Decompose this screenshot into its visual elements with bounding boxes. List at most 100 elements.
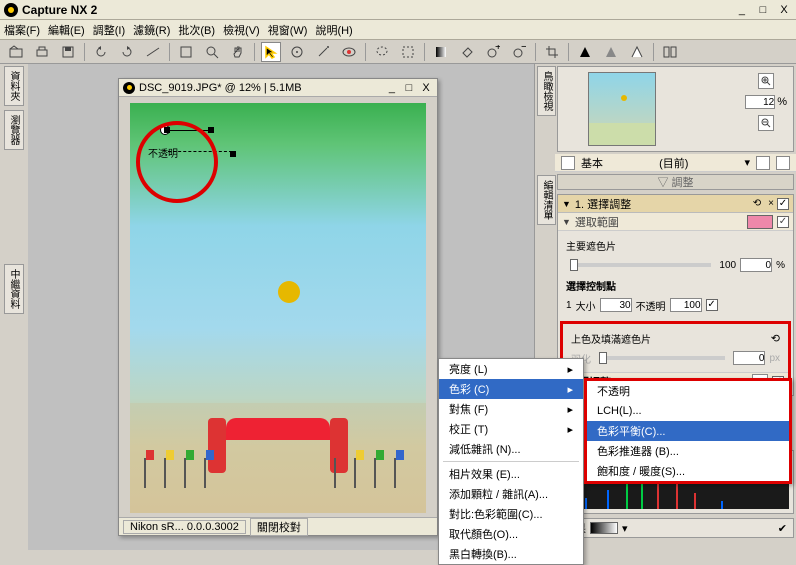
menu-file[interactable]: 檔案(F) <box>4 22 40 38</box>
submenu-item-saturation-warmth[interactable]: 飽和度 / 暖度(S)... <box>587 461 789 481</box>
menu-item-replace[interactable]: 取代顏色(O)... <box>439 524 583 544</box>
titlebar: Capture NX 2 _ □ X <box>0 0 796 20</box>
control-point-end[interactable] <box>230 151 236 157</box>
left-panels: 資料夾 瀏覽器 中繼資料 <box>0 64 28 550</box>
tool-open-icon[interactable] <box>6 42 26 62</box>
toolbar-sep <box>84 43 85 61</box>
menu-window[interactable]: 視窗(W) <box>268 22 308 38</box>
submenu-item-color-booster[interactable]: 色彩推進器 (B)... <box>587 441 789 461</box>
result-apply-icon[interactable]: ✔ <box>778 522 787 535</box>
feather-input[interactable] <box>733 351 765 365</box>
fill-reset-icon[interactable]: ⟲ <box>771 332 780 345</box>
menu-item-bw[interactable]: 黑白轉換(B)... <box>439 544 583 564</box>
collapse-adjustments[interactable]: ▽ 調整 <box>557 174 794 190</box>
control-point-end[interactable] <box>208 127 214 133</box>
close-button[interactable]: X <box>776 3 792 17</box>
menu-batch[interactable]: 批次(B) <box>178 22 215 38</box>
menu-item-grain[interactable]: 添加顆粒 / 雜訊(A)... <box>439 484 583 504</box>
minimize-button[interactable]: _ <box>734 3 750 17</box>
submenu-item-color-balance[interactable]: 色彩平衡(C)... <box>587 421 789 441</box>
ground-shape <box>130 403 426 513</box>
tool-workspace-icon[interactable] <box>660 42 680 62</box>
selection-range-header[interactable]: ▼ 選取範圍 <box>558 213 793 231</box>
tool-redeye-icon[interactable] <box>339 42 359 62</box>
version-label: 基本 <box>581 155 603 171</box>
tool-save-icon[interactable] <box>58 42 78 62</box>
version-icon[interactable] <box>561 156 575 170</box>
tool-zoom-in-icon[interactable] <box>202 42 222 62</box>
doc-maximize-button[interactable]: □ <box>402 82 416 94</box>
tool-color-point-icon[interactable] <box>287 42 307 62</box>
right-tab-birdview[interactable]: 鳥瞰檢視 <box>537 66 556 116</box>
step-1-header[interactable]: ▼ 1. 選擇調整 ⟲ × <box>558 195 793 213</box>
tool-white-point-icon[interactable] <box>627 42 647 62</box>
document-canvas[interactable]: 不透明 <box>130 103 426 513</box>
menu-item-noise[interactable]: 減低雜訊 (N)... <box>439 439 583 459</box>
menu-help[interactable]: 說明(H) <box>315 22 352 38</box>
tool-crop-icon[interactable] <box>542 42 562 62</box>
menu-edit[interactable]: 編輯(E) <box>48 22 85 38</box>
right-tab-editlist[interactable]: 編輯清單 <box>537 175 556 225</box>
fill-mask-label: 上色及填滿遮色片 <box>571 331 651 346</box>
main-mask-value[interactable] <box>740 258 772 272</box>
zoom-out-icon[interactable] <box>758 115 774 131</box>
submenu-item-lch[interactable]: LCH(L)... <box>587 401 789 421</box>
preview-thumbnail[interactable] <box>588 72 656 146</box>
left-tab-browser[interactable]: 瀏覽器 <box>4 110 24 150</box>
selection-color-swatch[interactable] <box>747 215 773 229</box>
status-proof[interactable]: 關閉校對 <box>250 518 308 536</box>
tool-brush-minus-icon[interactable]: − <box>509 42 529 62</box>
control-point-label: 選擇控制點 <box>566 278 616 293</box>
tool-zoom-fit-icon[interactable] <box>176 42 196 62</box>
toolbar-sep <box>254 43 255 61</box>
new-step-icon[interactable] <box>756 156 770 170</box>
version-dropdown-icon[interactable]: ▾ <box>744 156 750 169</box>
tool-rotate-ccw-icon[interactable] <box>91 42 111 62</box>
step-enabled-checkbox[interactable] <box>777 198 789 210</box>
tool-rotate-cw-icon[interactable] <box>117 42 137 62</box>
point-opacity-input[interactable] <box>670 298 702 312</box>
tool-brush-plus-icon[interactable]: + <box>483 42 503 62</box>
menu-item-correct[interactable]: 校正 (T)▸ <box>439 419 583 439</box>
menu-adjust[interactable]: 調整(I) <box>93 22 125 38</box>
tool-auto-retouch-icon[interactable] <box>313 42 333 62</box>
maximize-button[interactable]: □ <box>755 3 771 17</box>
left-tab-folders[interactable]: 資料夾 <box>4 66 24 106</box>
document-window: DSC_9019.JPG* @ 12% | 5.1MB _ □ X <box>118 78 438 536</box>
step-reset-icon[interactable]: ⟲ <box>751 198 763 210</box>
submenu-item-opacity[interactable]: 不透明 <box>587 381 789 401</box>
menu-item-effects[interactable]: 相片效果 (E)... <box>439 464 583 484</box>
result-dropdown-icon[interactable]: ▾ <box>622 522 628 535</box>
tool-black-point-icon[interactable] <box>575 42 595 62</box>
left-tab-metadata[interactable]: 中繼資料 <box>4 264 24 314</box>
tool-gradient-icon[interactable] <box>431 42 451 62</box>
tool-straighten-icon[interactable] <box>143 42 163 62</box>
menu-item-brightness[interactable]: 亮度 (L)▸ <box>439 359 583 379</box>
doc-close-button[interactable]: X <box>419 82 433 94</box>
menu-item-color[interactable]: 色彩 (C)▸ <box>439 379 583 399</box>
app-icon <box>4 3 18 17</box>
tool-marquee-icon[interactable] <box>398 42 418 62</box>
tool-fill-icon[interactable] <box>457 42 477 62</box>
selection-checkbox[interactable] <box>777 216 789 228</box>
tool-lasso-icon[interactable] <box>372 42 392 62</box>
version-preset[interactable]: (目前) <box>609 155 738 171</box>
point-enabled-checkbox[interactable] <box>706 299 718 311</box>
tool-gray-point-icon[interactable] <box>601 42 621 62</box>
menu-item-contrast[interactable]: 對比:色彩範圍(C)... <box>439 504 583 524</box>
menu-item-focus[interactable]: 對焦 (F)▸ <box>439 399 583 419</box>
step-delete-icon[interactable]: × <box>765 198 777 210</box>
tool-hand-icon[interactable] <box>228 42 248 62</box>
zoom-in-icon[interactable] <box>758 73 774 89</box>
save-version-icon[interactable] <box>776 156 790 170</box>
document-statusbar: Nikon sR... 0.0.0.3002 關閉校對 <box>119 517 437 535</box>
tool-direct-select-icon[interactable] <box>261 42 281 62</box>
main-mask-slider[interactable] <box>570 263 711 267</box>
point-size-input[interactable] <box>600 298 632 312</box>
feather-slider[interactable] <box>599 356 725 360</box>
menu-view[interactable]: 檢視(V) <box>223 22 260 38</box>
menu-filter[interactable]: 濾鏡(R) <box>133 22 170 38</box>
zoom-value-input[interactable] <box>745 95 775 109</box>
tool-print-icon[interactable] <box>32 42 52 62</box>
doc-minimize-button[interactable]: _ <box>385 82 399 94</box>
